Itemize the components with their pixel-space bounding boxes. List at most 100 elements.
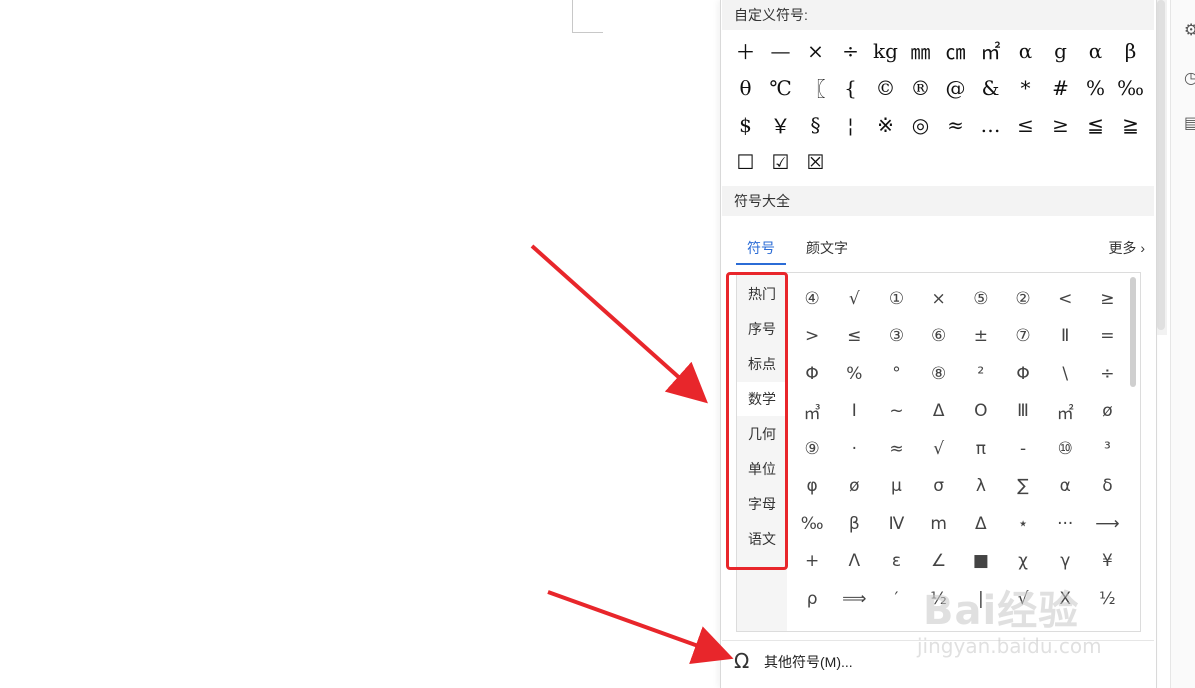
symbol-cell[interactable]: ²	[960, 355, 1002, 393]
symbol-cell[interactable]: °	[875, 355, 917, 393]
custom-symbol[interactable]: ÷	[833, 32, 868, 69]
symbol-cell[interactable]: ⑦	[1002, 318, 1044, 356]
symbol-cell[interactable]: <	[1044, 280, 1086, 318]
custom-symbol[interactable]: α	[1078, 32, 1113, 69]
symbol-cell[interactable]: π	[960, 430, 1002, 468]
symbol-cell[interactable]: ~	[875, 393, 917, 431]
symbol-cell[interactable]: ½	[1086, 580, 1128, 618]
symbol-cell[interactable]: |	[960, 580, 1002, 618]
symbol-cell[interactable]: Ⅲ	[1002, 393, 1044, 431]
custom-symbol[interactable]: ℃	[763, 69, 798, 106]
symbol-cell[interactable]: %	[833, 355, 875, 393]
symbol-cell[interactable]: μ	[875, 468, 917, 506]
custom-symbol[interactable]: ☑	[763, 143, 798, 180]
symbol-cell[interactable]: ⋆	[1002, 505, 1044, 543]
custom-symbol[interactable]: ☒	[798, 143, 833, 180]
custom-symbol[interactable]: ≈	[938, 106, 973, 143]
symbol-cell[interactable]: ⑥	[918, 318, 960, 356]
symbol-cell[interactable]: ∑	[1002, 468, 1044, 506]
symbol-cell[interactable]: √	[1002, 580, 1044, 618]
symbol-cell[interactable]: ³	[1086, 430, 1128, 468]
custom-symbol[interactable]: ☐	[728, 143, 763, 180]
symbol-cell[interactable]: ·	[833, 430, 875, 468]
symbol-cell[interactable]: ②	[1002, 280, 1044, 318]
symbol-cell[interactable]: \	[1044, 355, 1086, 393]
custom-symbol[interactable]: g	[1043, 32, 1078, 69]
symbol-cell[interactable]: σ	[918, 468, 960, 506]
custom-symbol[interactable]: @	[938, 69, 973, 106]
tab-symbols[interactable]: 符号	[747, 238, 775, 258]
symbol-cell[interactable]: β	[833, 505, 875, 543]
tab-kaomoji[interactable]: 颜文字	[806, 238, 848, 258]
symbol-cell[interactable]: >	[791, 318, 833, 356]
symbol-cell[interactable]: Ⅱ	[1044, 318, 1086, 356]
custom-symbol[interactable]: ㎝	[938, 32, 973, 69]
symbol-cell[interactable]: ½	[918, 580, 960, 618]
symbol-cell[interactable]: ③	[875, 318, 917, 356]
symbol-cell[interactable]: ′	[875, 580, 917, 618]
symbol-cell[interactable]: ‰	[791, 505, 833, 543]
symbol-cell[interactable]: δ	[1086, 468, 1128, 506]
symbol-cell[interactable]: ■	[960, 543, 1002, 581]
symbol-cell[interactable]: ④	[791, 280, 833, 318]
symbol-cell[interactable]: ρ	[791, 580, 833, 618]
symbol-cell[interactable]: φ	[791, 468, 833, 506]
custom-symbol[interactable]: θ	[728, 69, 763, 106]
custom-symbol[interactable]: ㎜	[903, 32, 938, 69]
symbol-cell[interactable]: Φ	[791, 355, 833, 393]
custom-symbol[interactable]: ®	[903, 69, 938, 106]
symbol-cell[interactable]: ⑩	[1044, 430, 1086, 468]
custom-symbol[interactable]: *	[1008, 69, 1043, 106]
other-symbols-button[interactable]: Ω 其他符号(M)...	[722, 640, 1154, 681]
symbol-cell[interactable]: ㎡	[1044, 393, 1086, 431]
custom-symbol[interactable]: 〖	[798, 69, 833, 106]
category-item[interactable]: 标点	[737, 347, 787, 381]
custom-symbol[interactable]: ×	[798, 32, 833, 69]
custom-symbol[interactable]: …	[973, 106, 1008, 143]
symbol-cell[interactable]: √	[833, 280, 875, 318]
symbol-cell[interactable]: ±	[960, 318, 1002, 356]
custom-symbol[interactable]: β	[1113, 32, 1148, 69]
symbol-cell[interactable]: ø	[833, 468, 875, 506]
custom-symbol[interactable]: ‰	[1113, 69, 1148, 106]
symbol-cell[interactable]: ⑧	[918, 355, 960, 393]
symbol-cell[interactable]: m	[918, 505, 960, 543]
symbol-cell[interactable]: ㎥	[791, 393, 833, 431]
panel-scrollbar-thumb[interactable]	[1157, 0, 1165, 330]
category-item[interactable]: 数学	[737, 382, 787, 416]
custom-symbol[interactable]: kg	[868, 32, 903, 69]
symbol-cell[interactable]: Ⅳ	[875, 505, 917, 543]
custom-symbol[interactable]: ￥	[763, 106, 798, 143]
custom-symbol[interactable]: %	[1078, 69, 1113, 106]
symbol-cell[interactable]: α	[1044, 468, 1086, 506]
symbol-cell[interactable]: Φ	[1002, 355, 1044, 393]
symbol-cell[interactable]: ≥	[1086, 280, 1128, 318]
symbol-cell[interactable]: √	[918, 430, 960, 468]
custom-symbol[interactable]: ≦	[1078, 106, 1113, 143]
category-item[interactable]: 语文	[737, 522, 787, 556]
symbol-cell[interactable]: -	[1002, 430, 1044, 468]
symbol-cell[interactable]: ε	[875, 543, 917, 581]
custom-symbol[interactable]: {	[833, 69, 868, 106]
symbol-cell[interactable]: Δ	[960, 505, 1002, 543]
custom-symbol[interactable]: $	[728, 106, 763, 143]
symbol-cell[interactable]: ÷	[1086, 355, 1128, 393]
category-item[interactable]: 单位	[737, 452, 787, 486]
symbol-cell[interactable]: Λ	[833, 543, 875, 581]
settings-sliders-icon[interactable]: ⚙	[1184, 22, 1195, 38]
symbol-cell[interactable]: ø	[1086, 393, 1128, 431]
symbol-cell[interactable]: λ	[960, 468, 1002, 506]
custom-symbol[interactable]: ◎	[903, 106, 938, 143]
symbol-cell[interactable]: Ο	[960, 393, 1002, 431]
clipboard-icon[interactable]: ▤	[1184, 115, 1195, 131]
category-item[interactable]: 序号	[737, 312, 787, 346]
custom-symbol[interactable]: #	[1043, 69, 1078, 106]
custom-symbol[interactable]: ＋	[728, 32, 763, 69]
symbol-cell[interactable]: ≈	[875, 430, 917, 468]
symbol-cell[interactable]: χ	[1002, 543, 1044, 581]
symbol-cell[interactable]: ⟹	[833, 580, 875, 618]
symbol-cell[interactable]: ···	[1044, 505, 1086, 543]
custom-symbol[interactable]: ≧	[1113, 106, 1148, 143]
symbol-grid-scrollbar[interactable]	[1130, 277, 1136, 387]
custom-symbol[interactable]: ©	[868, 69, 903, 106]
